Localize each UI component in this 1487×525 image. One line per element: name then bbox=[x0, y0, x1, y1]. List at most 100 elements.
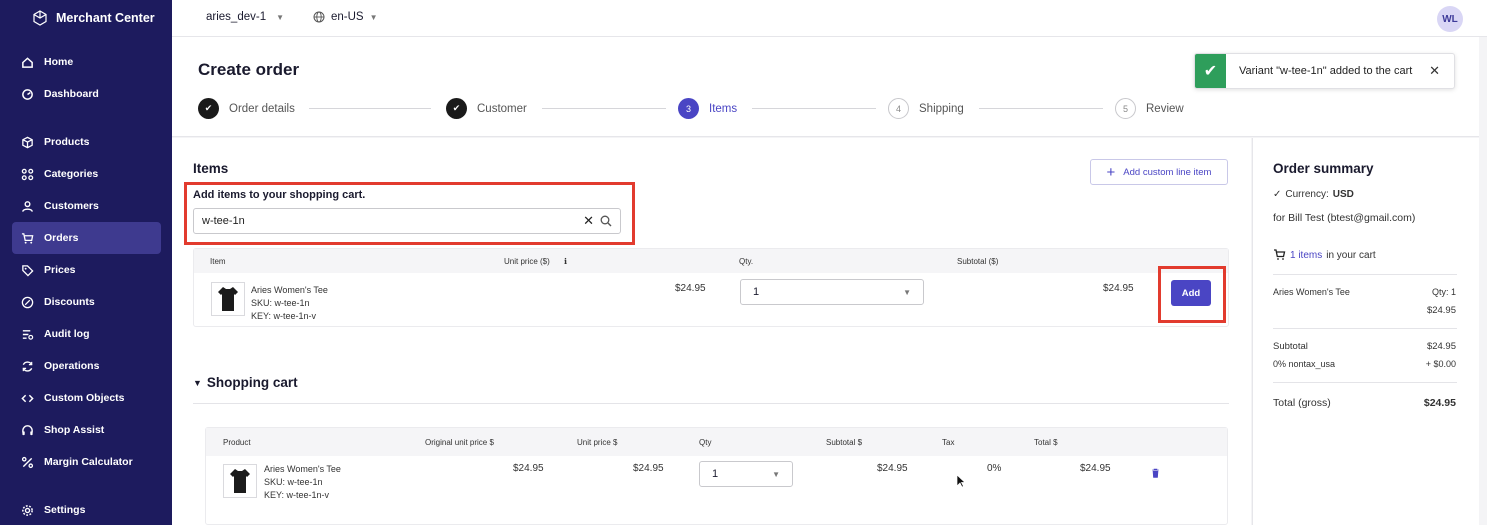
sidebar-item-custom-objects[interactable]: Custom Objects bbox=[12, 382, 161, 414]
sidebar-item-products[interactable]: Products bbox=[12, 126, 161, 158]
globe-icon bbox=[313, 11, 325, 23]
locale-label: en-US bbox=[331, 11, 364, 23]
user-icon bbox=[20, 199, 34, 213]
cart-items-link[interactable]: 1 items bbox=[1290, 250, 1322, 261]
divider bbox=[1273, 382, 1457, 383]
plus-icon: + bbox=[1106, 163, 1116, 181]
step-connector bbox=[542, 108, 666, 109]
total-value: $24.95 bbox=[1423, 397, 1456, 409]
audit-icon bbox=[20, 327, 34, 341]
page-title: Create order bbox=[198, 60, 300, 79]
info-icon: ℹ bbox=[564, 257, 568, 266]
original-unit-price: $24.95 bbox=[513, 463, 544, 474]
chevron-down-icon: ▼ bbox=[903, 287, 911, 297]
line-item-price: $24.95 bbox=[1426, 305, 1456, 316]
currency-label: Currency: bbox=[1285, 189, 1329, 200]
product-info: Aries Women's Tee SKU: w-tee-1n KEY: w-t… bbox=[264, 463, 341, 502]
sidebar-item-label: Audit log bbox=[44, 328, 90, 340]
sidebar-item-prices[interactable]: Prices bbox=[12, 254, 161, 286]
step-connector bbox=[979, 108, 1103, 109]
divider bbox=[193, 403, 1229, 404]
product-key: KEY: w-tee-1n-v bbox=[264, 490, 330, 500]
customer-line: for Bill Test (btest@gmail.com) bbox=[1273, 212, 1416, 224]
sidebar-item-orders[interactable]: Orders bbox=[12, 222, 161, 254]
add-items-label: Add items to your shopping cart. bbox=[193, 189, 366, 201]
sidebar-item-customers[interactable]: Customers bbox=[12, 190, 161, 222]
search-icon[interactable] bbox=[600, 215, 612, 227]
add-custom-line-item-button[interactable]: + Add custom line item bbox=[1090, 159, 1228, 185]
search-results-table: Item Unit price ($) ℹ Qty. Subtotal ($) … bbox=[193, 248, 1229, 327]
product-sku: SKU: w-tee-1n bbox=[251, 298, 310, 308]
close-icon[interactable]: ✕ bbox=[1429, 63, 1440, 79]
table-header: Item Unit price ($) ℹ Qty. Subtotal ($) bbox=[194, 249, 1228, 273]
box-icon bbox=[20, 135, 34, 149]
sidebar-item-home[interactable]: Home bbox=[12, 46, 161, 78]
step-number: 3 bbox=[678, 98, 699, 119]
product-info: Aries Women's Tee SKU: w-tee-1n KEY: w-t… bbox=[251, 284, 328, 323]
delete-icon[interactable] bbox=[1151, 465, 1160, 483]
total-label: Total (gross) bbox=[1273, 397, 1331, 409]
sidebar-item-discounts[interactable]: Discounts bbox=[12, 286, 161, 318]
percent-icon bbox=[20, 455, 34, 469]
sidebar-item-operations[interactable]: Operations bbox=[12, 350, 161, 382]
check-icon: ✔ bbox=[1195, 54, 1226, 88]
line-item-name: Aries Women's Tee bbox=[1273, 287, 1350, 297]
project-selector[interactable]: aries_dev-1 ▼ bbox=[206, 11, 284, 23]
sidebar-item-label: Shop Assist bbox=[44, 424, 105, 436]
gauge-icon bbox=[20, 87, 34, 101]
discount-icon bbox=[20, 295, 34, 309]
product-name: Aries Women's Tee bbox=[251, 285, 328, 295]
product-thumbnail bbox=[223, 464, 257, 498]
step-label: Shipping bbox=[919, 102, 964, 115]
sidebar-item-settings[interactable]: Settings bbox=[12, 494, 161, 525]
check-icon: ✔ bbox=[198, 98, 219, 119]
shopping-cart-heading: Shopping cart bbox=[206, 375, 298, 390]
tax: 0% bbox=[987, 463, 1002, 474]
sidebar-item-label: Operations bbox=[44, 360, 100, 372]
col-qty: Qty bbox=[699, 438, 712, 447]
step-shipping[interactable]: 4 Shipping bbox=[888, 98, 964, 119]
cart-table: Product Original unit price $ Unit price… bbox=[205, 427, 1228, 525]
step-number: 5 bbox=[1115, 98, 1136, 119]
col-total: Total $ bbox=[1034, 438, 1058, 447]
clear-icon[interactable]: ✕ bbox=[583, 213, 594, 229]
sidebar-item-audit-log[interactable]: Audit log bbox=[12, 318, 161, 350]
main-content: Items + Add custom line item Add items t… bbox=[172, 138, 1251, 525]
sidebar-item-label: Settings bbox=[44, 504, 86, 516]
step-customer[interactable]: ✔ Customer bbox=[446, 98, 527, 119]
search-input[interactable] bbox=[202, 215, 584, 227]
logo-icon bbox=[33, 10, 47, 26]
order-summary: Order summary ✓ Currency: USD for Bill T… bbox=[1252, 138, 1479, 525]
cart-count-row: 1 items in your cart bbox=[1273, 249, 1376, 261]
gear-icon bbox=[20, 503, 34, 517]
table-header: Product Original unit price $ Unit price… bbox=[206, 428, 1227, 456]
subtotal-label: Subtotal bbox=[1273, 341, 1308, 352]
sidebar-item-dashboard[interactable]: Dashboard bbox=[12, 78, 161, 110]
col-subtotal: Subtotal $ bbox=[826, 438, 863, 447]
subtotal: $24.95 bbox=[877, 463, 908, 474]
sidebar-item-shop-assist[interactable]: Shop Assist bbox=[12, 414, 161, 446]
line-item-qty: Qty: 1 bbox=[1431, 287, 1456, 297]
quantity-select[interactable]: 1 ▼ bbox=[740, 279, 924, 305]
shopping-cart-toggle[interactable]: ▼ Shopping cart bbox=[193, 375, 298, 390]
add-button[interactable]: Add bbox=[1171, 280, 1211, 306]
mouse-cursor-icon bbox=[956, 474, 966, 493]
brand[interactable]: Merchant Center bbox=[0, 0, 172, 36]
sidebar-item-label: Customers bbox=[44, 200, 99, 212]
quantity-select[interactable]: 1 ▼ bbox=[699, 461, 793, 487]
product-thumbnail bbox=[211, 282, 245, 316]
sidebar: Merchant Center Home Dashboard Products … bbox=[0, 0, 172, 525]
sidebar-item-margin-calculator[interactable]: Margin Calculator bbox=[12, 446, 161, 478]
home-icon bbox=[20, 55, 34, 69]
subtotal-value: $24.95 bbox=[1426, 341, 1456, 352]
avatar[interactable]: WL bbox=[1437, 6, 1463, 32]
locale-selector[interactable]: en-US ▼ bbox=[313, 11, 378, 23]
cart-icon bbox=[20, 231, 34, 245]
step-order-details[interactable]: ✔ Order details bbox=[198, 98, 295, 119]
sidebar-item-categories[interactable]: Categories bbox=[12, 158, 161, 190]
step-review[interactable]: 5 Review bbox=[1115, 98, 1184, 119]
step-items[interactable]: 3 Items bbox=[678, 98, 737, 119]
col-subtotal: Subtotal ($) bbox=[957, 257, 999, 266]
col-original-unit-price: Original unit price $ bbox=[425, 438, 494, 447]
check-icon: ✓ bbox=[1273, 189, 1282, 200]
